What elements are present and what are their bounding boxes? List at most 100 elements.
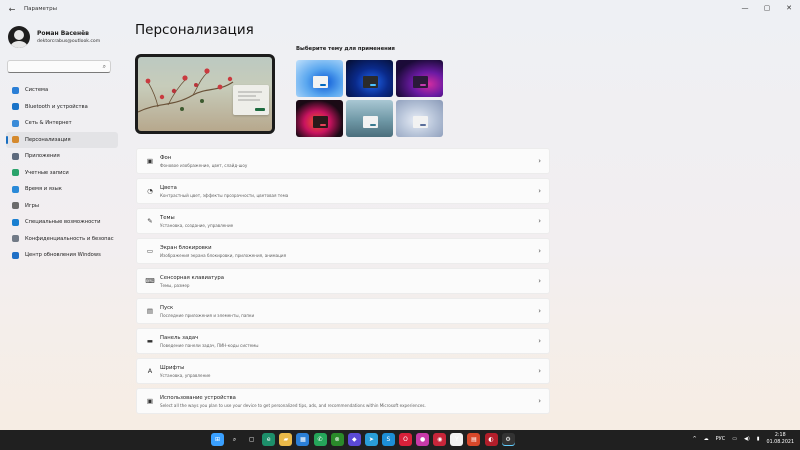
setting-subtitle: Контрастный цвет, эффекты прозрачности, … — [160, 192, 289, 198]
sidebar-item[interactable]: Учетные записи — [6, 165, 118, 182]
theme-captured-motion[interactable] — [296, 100, 343, 137]
chevron-right-icon: › — [538, 217, 541, 225]
skype-icon[interactable]: S — [381, 433, 395, 446]
clock[interactable]: 2:18 01.08.2021 — [767, 432, 794, 446]
settings-row[interactable]: ▣ Фон Фоновое изображение, цвет, слайд-шоу… — [136, 148, 550, 174]
file-explorer-icon[interactable]: ▰ — [279, 433, 293, 446]
start-icon[interactable]: ⊞ — [211, 433, 224, 446]
update-icon — [12, 251, 19, 259]
setting-title: Панель задач — [160, 334, 199, 341]
chevron-right-icon: › — [538, 277, 541, 285]
settings-row[interactable]: ⌨ Сенсорная клавиатура Темы, размер › — [136, 268, 550, 294]
accessibility-icon — [12, 218, 19, 226]
setting-title: Цвета — [160, 184, 177, 191]
maximize-button[interactable]: ▢ — [756, 0, 778, 16]
setting-title: Шрифты — [160, 364, 185, 371]
opera-icon[interactable]: O — [399, 433, 413, 446]
back-arrow-icon[interactable]: ← — [5, 5, 19, 14]
network-icon[interactable]: ▭ — [732, 436, 737, 442]
setting-title: Сенсорная клавиатура — [160, 274, 224, 281]
user-name: Роман Васенёв — [37, 30, 89, 37]
system-tray: ^ ☁ РУС ▭ ◀) ▮ 2:18 01.08.2021 — [685, 432, 794, 446]
sidebar-item-label: Персонализация — [25, 136, 71, 143]
taskbar: ⊞ ⌕ ▢ e ▰ ▦ ✆ ⊗ ◆ ➤ S O ● ◉ Y ▤ ◐ ⚙ ^ ☁ РУС ▭ ◀) ▮ 2:18 0… — [0, 430, 800, 450]
setting-title: Фон — [160, 154, 172, 161]
sidebar-item-label: Центр обновления Windows — [25, 252, 101, 259]
theme-glow[interactable] — [396, 60, 443, 97]
keyboard-icon: ⌨ — [145, 277, 155, 285]
theme-windows-dark[interactable] — [346, 60, 393, 97]
minimize-button[interactable]: — — [734, 0, 756, 16]
volume-icon[interactable]: ◀) — [744, 436, 750, 442]
sidebar-item[interactable]: Время и язык — [6, 181, 118, 198]
setting-subtitle: Фоновое изображение, цвет, слайд-шоу — [160, 162, 248, 168]
theme-sunrise[interactable] — [346, 100, 393, 137]
theme-mini-window — [413, 76, 428, 88]
sidebar-item[interactable]: Конфиденциальность и безопас — [6, 231, 118, 248]
sidebar-item[interactable]: Bluetooth и устройства — [6, 99, 118, 116]
yandex-icon[interactable]: Y — [450, 433, 464, 446]
theme-flow[interactable] — [396, 100, 443, 137]
theme-preview — [135, 54, 275, 134]
setting-subtitle: Изображения экрана блокировки, приложени… — [160, 252, 287, 258]
settings-row[interactable]: ◔ Цвета Контрастный цвет, эффекты прозрачн… — [136, 178, 550, 204]
pdf-icon[interactable]: ▤ — [467, 433, 481, 446]
pen-icon: ✎ — [147, 217, 153, 225]
sidebar-item[interactable]: Специальные возможности — [6, 214, 118, 231]
theme-mini-window — [363, 116, 378, 128]
sidebar-item[interactable]: Приложения — [6, 148, 118, 165]
edge-icon[interactable]: e — [262, 433, 276, 446]
image-icon: ▣ — [146, 157, 154, 165]
sidebar-item[interactable]: Система — [6, 82, 118, 99]
store-icon[interactable]: ▦ — [296, 433, 310, 446]
sidebar-item-label: Bluetooth и устройства — [25, 103, 88, 110]
setting-title: Темы — [160, 214, 175, 221]
battery-icon[interactable]: ▮ — [757, 436, 760, 442]
task-view-icon[interactable]: ▢ — [245, 433, 259, 446]
weather-icon[interactable]: ☁ — [704, 436, 709, 442]
theme-mini-window — [363, 76, 378, 88]
settings-row[interactable]: ▤ Пуск Последние приложения и элементы, па… — [136, 298, 550, 324]
title-bar: ← Параметры — [0, 0, 800, 18]
app-icon-red[interactable]: ◐ — [484, 433, 498, 446]
theme-mini-window — [313, 76, 328, 88]
window-title: Параметры — [24, 6, 57, 12]
wifi-icon — [12, 119, 19, 127]
user-email: dektorcrabus@outlook.com — [37, 39, 101, 44]
lock-screen-icon: ▭ — [146, 247, 154, 255]
settings-row[interactable]: ▭ Экран блокировки Изображения экрана блок… — [136, 238, 550, 264]
search-box[interactable]: ⌕ — [7, 60, 111, 73]
theme-mini-window — [313, 116, 328, 128]
clock-time: 2:18 — [774, 433, 786, 438]
sidebar-item-label: Игры — [25, 202, 39, 209]
theme-windows-light[interactable] — [296, 60, 343, 97]
chevron-right-icon: › — [538, 307, 541, 315]
app-icon-pink[interactable]: ● — [416, 433, 430, 446]
settings-row[interactable]: ✎ Темы Установка, создание, управление › — [136, 208, 550, 234]
setting-subtitle: Темы, размер — [160, 282, 190, 288]
sidebar-item[interactable]: Персонализация — [6, 131, 118, 148]
user-profile[interactable]: Роман Васенёв dektorcrabus@outlook.com — [8, 26, 100, 48]
settings-row[interactable]: ▣ Использование устройства Select all the … — [136, 388, 550, 414]
gamepad-icon — [12, 202, 19, 210]
xbox-icon[interactable]: ⊗ — [330, 433, 344, 446]
search-icon[interactable]: ⌕ — [228, 433, 242, 446]
tray-chevron-icon[interactable]: ^ — [692, 436, 696, 442]
close-button[interactable]: ✕ — [778, 0, 800, 16]
sidebar-item[interactable]: Сеть & Интернет — [6, 115, 118, 132]
sidebar-item[interactable]: Игры — [6, 198, 118, 215]
telegram-icon[interactable]: ➤ — [364, 433, 378, 446]
search-input[interactable] — [12, 62, 92, 71]
settings-row[interactable]: A Шрифты Установка, управление › — [136, 358, 550, 384]
sidebar-item[interactable]: Центр обновления Windows — [6, 247, 118, 264]
whatsapp-icon[interactable]: ✆ — [313, 433, 327, 446]
search-icon[interactable]: ⌕ — [103, 63, 106, 71]
start-icon: ▤ — [146, 307, 154, 315]
chevron-right-icon: › — [538, 337, 541, 345]
settings-row[interactable]: ▬ Панель задач Поведение панели задач, ПИН… — [136, 328, 550, 354]
record-icon[interactable]: ◉ — [433, 433, 447, 446]
app-icon-purple[interactable]: ◆ — [347, 433, 361, 446]
avatar[interactable] — [8, 26, 30, 48]
language-indicator[interactable]: РУС — [716, 436, 726, 442]
settings-icon[interactable]: ⚙ — [501, 433, 515, 446]
